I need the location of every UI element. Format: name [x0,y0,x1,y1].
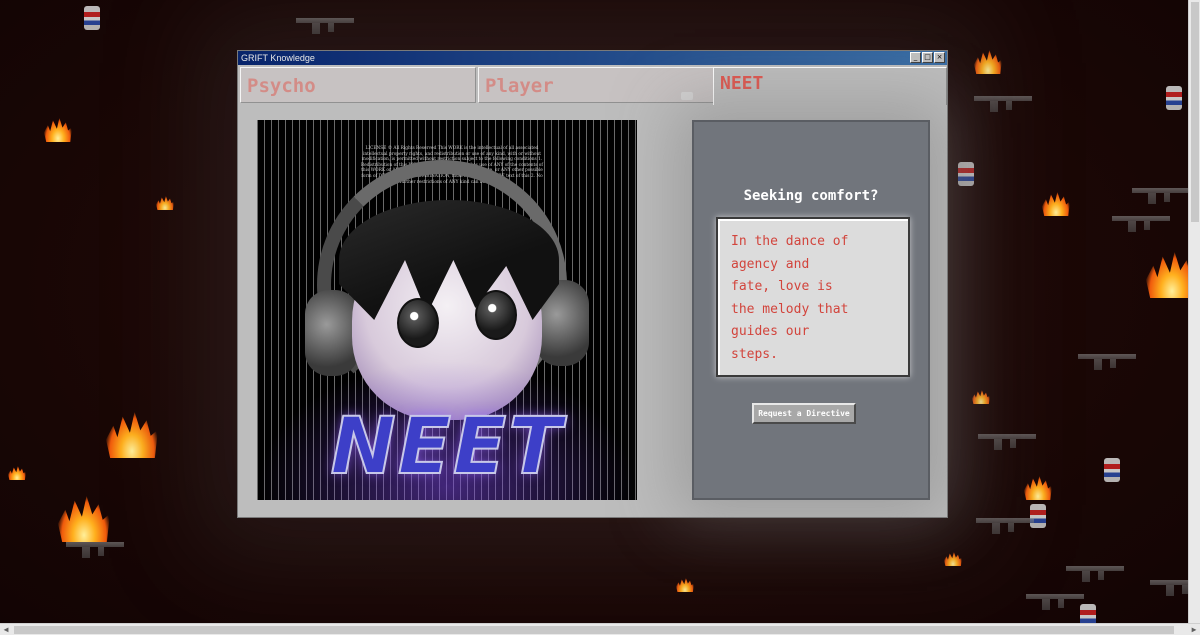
quote-line: agency and [731,256,810,272]
fire-icon [974,50,1002,74]
scroll-left-icon[interactable]: ◀ [0,624,12,635]
rifle-icon [974,92,1032,112]
soda-can-icon [681,92,693,100]
rifle-icon [1132,184,1190,204]
rifle-icon [976,514,1034,534]
directive-panel: Seeking comfort? In the dance of agency … [692,120,930,500]
window-titlebar[interactable]: GRIFT Knowledge _ □ × [238,51,947,65]
quote-line: fate, love is [731,279,833,294]
fire-icon [1042,192,1070,216]
rifle-icon [296,14,354,34]
quote-line: guides our [731,324,810,339]
scrollbar-thumb[interactable] [14,626,1174,634]
quote-line: In the dance of [731,234,849,249]
vertical-scrollbar[interactable] [1188,0,1200,623]
quote-box: In the dance of agency and fate, love is… [716,217,910,377]
soda-can-icon [958,162,974,186]
rifle-icon [66,538,124,558]
soda-can-icon [1104,458,1120,482]
soda-can-icon [1166,86,1182,110]
fire-icon [156,196,174,210]
window-title: GRIFT Knowledge [241,53,315,63]
scroll-right-icon[interactable]: ▶ [1188,624,1200,635]
left-eye [397,298,439,348]
tab-label: Psycho [247,75,316,97]
fire-icon [8,466,26,480]
close-button[interactable]: × [934,52,945,63]
rifle-icon [1026,590,1084,610]
rifle-icon [1078,350,1136,370]
maximize-button[interactable]: □ [922,52,933,63]
rifle-icon [978,430,1036,450]
tab-label: Player [485,75,554,97]
request-directive-button[interactable]: Request a Directive [752,403,856,424]
horizontal-scrollbar[interactable]: ◀ ▶ [0,623,1200,635]
quote-line: the melody that [731,301,849,317]
fire-icon [58,496,110,542]
scrollbar-thumb[interactable] [1191,2,1199,222]
soda-can-icon [84,6,100,30]
fire-icon [1024,476,1052,500]
rifle-icon [1112,212,1170,232]
tab-label: NEET [720,73,764,94]
fire-icon [972,390,990,404]
fire-icon [676,578,694,592]
minimize-button[interactable]: _ [910,52,921,63]
panel-title: Seeking comfort? [743,188,879,204]
fire-icon [44,118,72,142]
quote-line: steps. [731,346,778,362]
neet-artwork-image: LICENSE © All Rights Reserved This WORK … [257,120,637,500]
neet-logo: NEET [329,401,564,493]
tab-psycho[interactable]: Psycho [240,67,476,103]
tab-neet[interactable]: NEET [713,67,947,105]
fire-icon [944,552,962,566]
rifle-icon [1066,562,1124,582]
fire-icon [106,412,158,458]
right-eye [475,290,517,340]
grift-knowledge-window: GRIFT Knowledge _ □ × Psycho Player NEET… [237,50,948,518]
tab-player[interactable]: Player [478,67,714,103]
